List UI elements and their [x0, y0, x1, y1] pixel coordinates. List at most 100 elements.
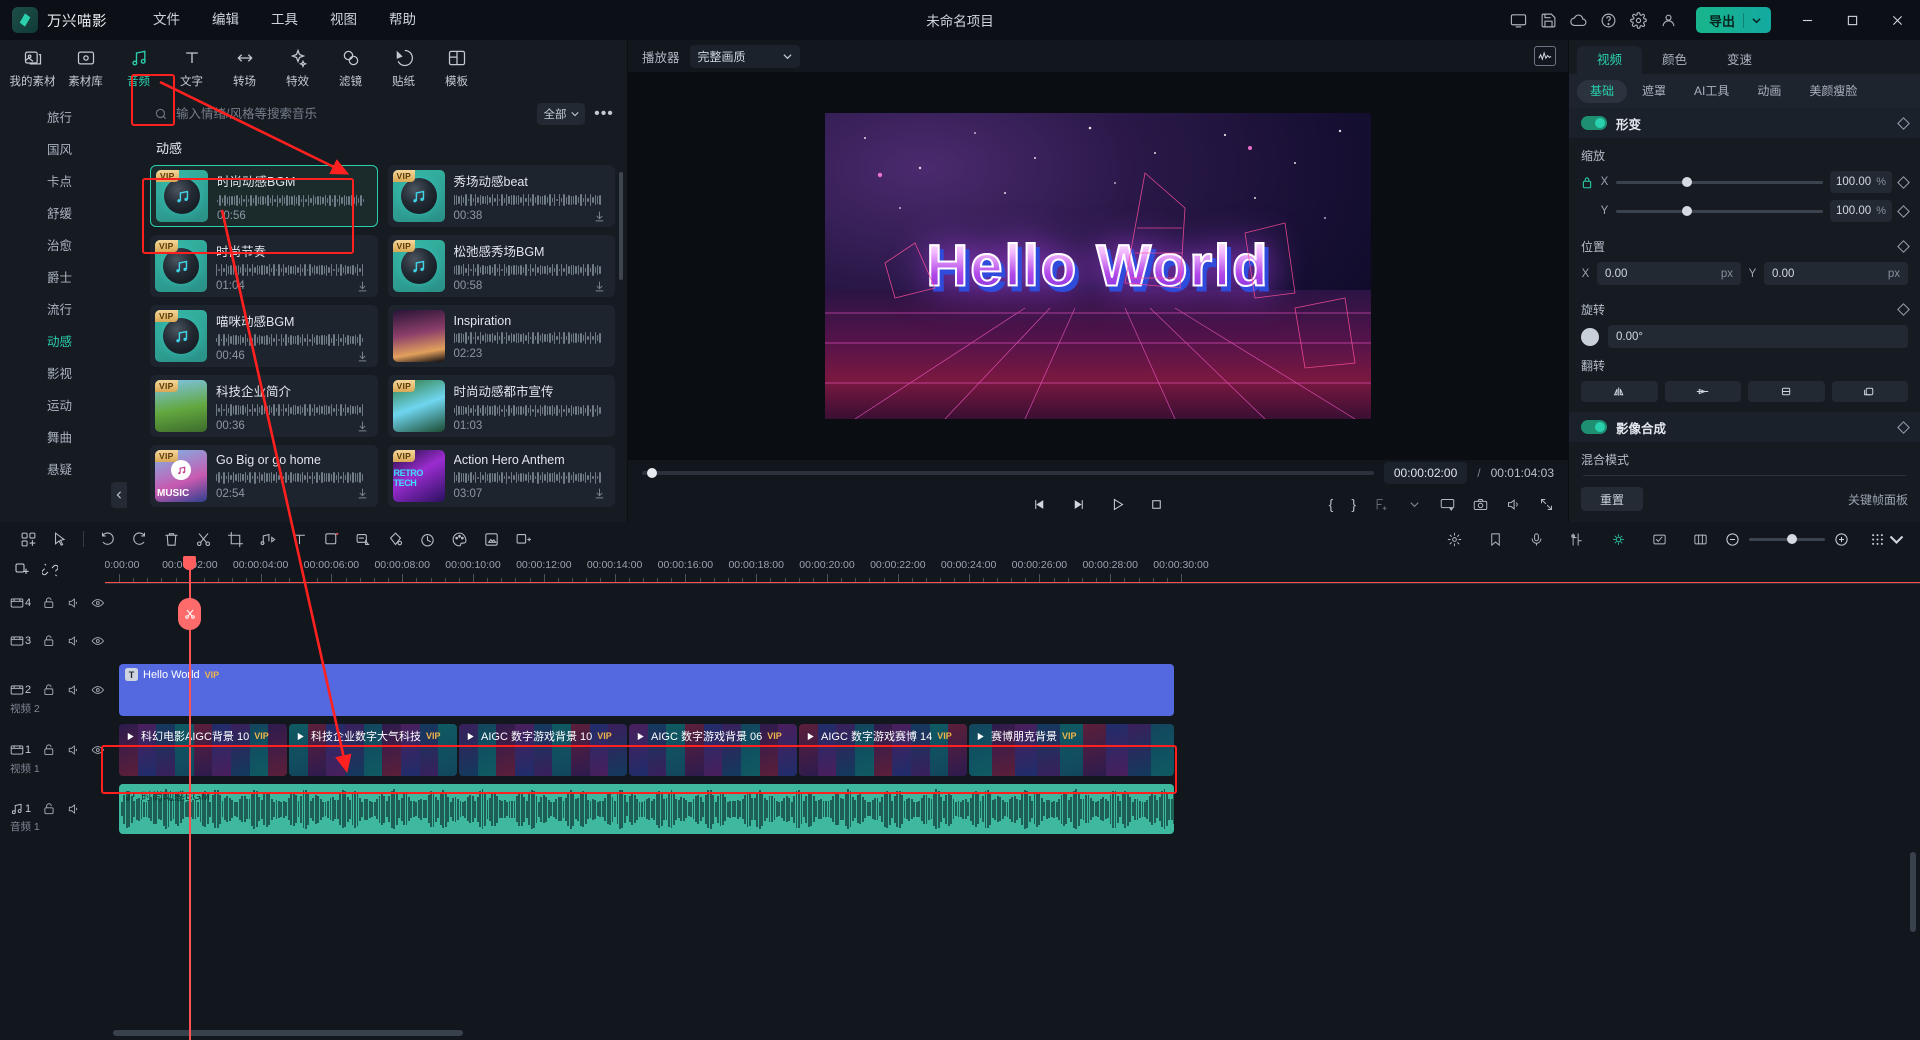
lock-icon[interactable]	[42, 596, 56, 610]
timeline-clip[interactable]: AIGC 数字游戏背景 06VIP	[629, 724, 797, 776]
tab-filter[interactable]: 滤镜	[324, 43, 377, 93]
cloud-icon[interactable]	[1564, 0, 1594, 40]
pos-y-value[interactable]: 0.00 px	[1764, 262, 1908, 285]
menu-file[interactable]: 文件	[137, 0, 196, 40]
category-item-8[interactable]: 影视	[0, 358, 140, 390]
download-icon[interactable]	[593, 280, 606, 293]
track-lane-audio-1[interactable]: 时尚动感BGM	[105, 780, 1920, 838]
transform-keyframe-icon[interactable]	[1897, 117, 1910, 130]
filter-select[interactable]: 全部	[537, 103, 585, 125]
subtab-beauty[interactable]: 美颜瘦脸	[1796, 80, 1870, 103]
category-item-2[interactable]: 卡点	[0, 166, 140, 198]
download-icon[interactable]	[356, 420, 369, 433]
waveform-scope-icon[interactable]	[1534, 46, 1556, 66]
rotation-keyframe-icon[interactable]	[1897, 303, 1910, 316]
template-icon[interactable]	[12, 524, 44, 554]
maximize-button[interactable]	[1830, 0, 1875, 40]
timeline-clip[interactable]: AIGC 数字游戏背景 10VIP	[459, 724, 627, 776]
audio-card[interactable]: MUSICVIPGo Big or go home02:54	[150, 445, 378, 507]
palette-icon[interactable]	[443, 524, 475, 554]
mute-icon[interactable]	[67, 802, 81, 816]
export-button[interactable]: 导出	[1696, 7, 1771, 33]
timeline-hscrollbar[interactable]	[105, 1030, 1912, 1036]
quality-select[interactable]: 完整画质	[690, 45, 800, 68]
timeline-clip[interactable]: 科幻电影AIGC背景 10VIP	[119, 724, 287, 776]
speed-icon[interactable]	[411, 524, 443, 554]
undo-icon[interactable]	[91, 524, 123, 554]
link-break-icon[interactable]	[42, 562, 58, 578]
reset-button[interactable]: 重置	[1581, 487, 1643, 511]
audio-card[interactable]: VIP喵咪动感BGM00:46	[150, 305, 378, 367]
rotate-left-button[interactable]	[1832, 381, 1909, 402]
track-lane-video-1[interactable]: 科幻电影AIGC背景 10VIP科技企业数字大气科技VIPAIGC 数字游戏背景…	[105, 720, 1920, 780]
rotation-dial[interactable]	[1581, 328, 1599, 346]
color-match-icon[interactable]	[379, 524, 411, 554]
menu-tools[interactable]: 工具	[255, 0, 314, 40]
slider-knob[interactable]	[1682, 206, 1692, 216]
delete-icon[interactable]	[155, 524, 187, 554]
preview-scrubber[interactable]	[642, 471, 1374, 475]
audio-detach-icon[interactable]	[251, 524, 283, 554]
audio-card[interactable]: VIP松弛感秀场BGM00:58	[388, 235, 616, 297]
category-item-10[interactable]: 舞曲	[0, 422, 140, 454]
menu-edit[interactable]: 编辑	[196, 0, 255, 40]
timeline-vscrollbar[interactable]	[1910, 852, 1916, 932]
snapshot-dropdown-icon[interactable]	[1374, 497, 1389, 512]
download-icon[interactable]	[593, 210, 606, 223]
category-item-1[interactable]: 国风	[0, 134, 140, 166]
mixer-icon[interactable]	[1561, 524, 1593, 554]
current-time[interactable]: 00:00:02:00	[1384, 462, 1467, 484]
category-item-5[interactable]: 爵士	[0, 262, 140, 294]
mark-out-button[interactable]: }	[1351, 496, 1356, 512]
zoom-out-icon[interactable]	[1725, 532, 1740, 547]
audio-card[interactable]: VIP时尚动感BGM00:56	[150, 165, 378, 227]
category-collapse-button[interactable]	[111, 482, 127, 508]
tab-my-media[interactable]: 我的素材	[6, 43, 59, 93]
audio-card[interactable]: VIP时尚动感都市宣传01:03	[388, 375, 616, 437]
scale-y-slider[interactable]	[1616, 210, 1823, 213]
category-item-4[interactable]: 治愈	[0, 230, 140, 262]
auto-caption-icon[interactable]	[347, 524, 379, 554]
lock-icon[interactable]	[42, 683, 56, 697]
prev-frame-icon[interactable]	[1032, 497, 1047, 512]
audio-scroll-container[interactable]: 动感 VIP时尚动感BGM00:56VIP秀场动感beat00:38VIP时尚节…	[140, 132, 627, 522]
position-keyframe-icon[interactable]	[1897, 240, 1910, 253]
scrubber-knob[interactable]	[647, 468, 657, 478]
compositing-toggle[interactable]	[1581, 420, 1607, 434]
audio-card[interactable]: VIP时尚节奏01:04	[150, 235, 378, 297]
timeline-clip[interactable]: AIGC 数字游戏赛博 14VIP	[799, 724, 967, 776]
visibility-icon[interactable]	[91, 683, 105, 697]
subtab-mask[interactable]: 遮罩	[1629, 80, 1679, 103]
tab-audio[interactable]: 音频	[112, 43, 165, 93]
mic-icon[interactable]	[1520, 524, 1552, 554]
track-lane-video-2[interactable]: THello WorldVIP	[105, 660, 1920, 720]
settings-gear-icon[interactable]	[1624, 0, 1654, 40]
audio-card[interactable]: Inspiration02:23	[388, 305, 616, 367]
subtab-animation[interactable]: 动画	[1744, 80, 1794, 103]
audio-card[interactable]: VIP科技企业简介00:36	[150, 375, 378, 437]
visibility-icon[interactable]	[91, 634, 105, 648]
download-icon[interactable]	[593, 487, 606, 500]
menu-view[interactable]: 视图	[314, 0, 373, 40]
tab-sticker[interactable]: 贴纸	[377, 43, 430, 93]
green-screen-icon[interactable]	[1602, 524, 1634, 554]
mute-icon[interactable]	[67, 743, 81, 757]
tab-text[interactable]: 文字	[165, 43, 218, 93]
track-lane-video-4[interactable]	[105, 584, 1920, 622]
audio-card[interactable]: VIP秀场动感beat00:38	[388, 165, 616, 227]
stop-icon[interactable]	[1149, 497, 1164, 512]
sticker-icon[interactable]	[475, 524, 507, 554]
audio-card[interactable]: RETRO TECHVIPAction Hero Anthem03:07	[388, 445, 616, 507]
tab-effects[interactable]: 特效	[271, 43, 324, 93]
zoom-in-icon[interactable]	[1834, 532, 1849, 547]
fullscreen-monitor-icon[interactable]	[1440, 497, 1455, 512]
lock-icon[interactable]	[42, 802, 56, 816]
playhead[interactable]	[189, 556, 191, 1040]
category-item-9[interactable]: 运动	[0, 390, 140, 422]
motion-tracking-icon[interactable]	[507, 524, 539, 554]
playhead-handle[interactable]	[183, 556, 196, 570]
tab-video[interactable]: 视频	[1577, 46, 1642, 74]
select-cursor-icon[interactable]	[44, 524, 76, 554]
play-icon[interactable]	[1110, 497, 1125, 512]
download-icon[interactable]	[356, 487, 369, 500]
